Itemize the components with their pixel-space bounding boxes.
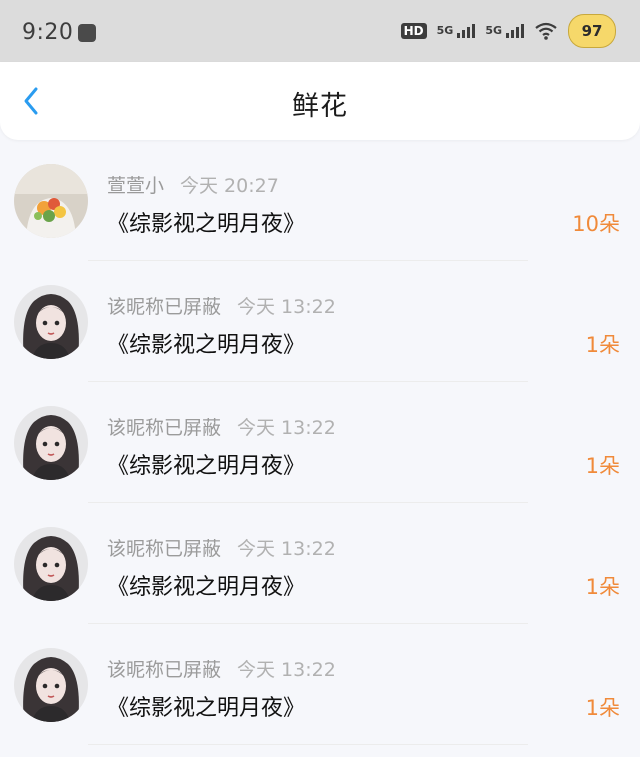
sender-line: 萱萱小 今天 20:27 [107,171,279,198]
avatar[interactable] [14,164,88,238]
list-item[interactable]: 该昵称已屏蔽 今天 13:22 《综影视之明月夜》 1朵 [0,503,640,624]
nav-bar: 鲜花 [0,62,640,140]
divider [88,744,528,745]
book-title[interactable]: 《综影视之明月夜》 [107,690,305,722]
flower-count: 1朵 [585,333,620,357]
list-item[interactable]: 该昵称已屏蔽 今天 13:22 《综影视之明月夜》 1朵 [0,261,640,382]
sender-line: 该昵称已屏蔽 今天 13:22 [107,413,336,440]
status-icons: HD 5G 5G 97 [400,14,616,48]
book-title[interactable]: 《综影视之明月夜》 [107,569,305,601]
book-title[interactable]: 《综影视之明月夜》 [107,206,305,238]
signal-label: 5G [436,24,454,37]
battery-icon: 97 [568,14,616,48]
flower-count: 1朵 [585,696,620,720]
sender-name[interactable]: 该昵称已屏蔽 [107,659,221,681]
timestamp: 今天 13:22 [237,417,336,439]
hd-voice-icon: HD [400,23,427,39]
flower-count: 10朵 [572,212,620,236]
signal-5g-icon: 5G [485,24,524,38]
sender-name[interactable]: 该昵称已屏蔽 [107,417,221,439]
timestamp: 今天 13:22 [237,659,336,681]
list-item[interactable]: 萱萱小 今天 20:27 《综影视之明月夜》 10朵 [0,140,640,261]
app-notification-icon [78,24,96,42]
avatar[interactable] [14,648,88,722]
page-title: 鲜花 [292,91,348,122]
status-bar: 9:20 HD 5G 5G 97 [0,0,640,62]
flower-gift-list: 萱萱小 今天 20:27 《综影视之明月夜》 10朵 该昵称已屏蔽 今天 13:22… [0,140,640,745]
flower-count: 1朵 [585,575,620,599]
book-title[interactable]: 《综影视之明月夜》 [107,327,305,359]
avatar[interactable] [14,406,88,480]
sender-name[interactable]: 萱萱小 [107,175,164,197]
sender-line: 该昵称已屏蔽 今天 13:22 [107,292,336,319]
book-title[interactable]: 《综影视之明月夜》 [107,448,305,480]
sender-name[interactable]: 该昵称已屏蔽 [107,538,221,560]
list-item[interactable]: 该昵称已屏蔽 今天 13:22 《综影视之明月夜》 1朵 [0,382,640,503]
status-time: 9:20 [22,20,74,45]
flower-count: 1朵 [585,454,620,478]
signal-label: 5G [485,24,502,37]
timestamp: 今天 13:22 [237,296,336,318]
list-item[interactable]: 该昵称已屏蔽 今天 13:22 《综影视之明月夜》 1朵 [0,624,640,745]
sender-name[interactable]: 该昵称已屏蔽 [107,296,221,318]
avatar[interactable] [14,527,88,601]
wifi-icon [535,22,557,40]
signal-5g-icon: 5G [437,24,476,38]
sender-line: 该昵称已屏蔽 今天 13:22 [107,655,336,682]
timestamp: 今天 20:27 [180,175,279,197]
timestamp: 今天 13:22 [237,538,336,560]
avatar[interactable] [14,285,88,359]
sender-line: 该昵称已屏蔽 今天 13:22 [107,534,336,561]
